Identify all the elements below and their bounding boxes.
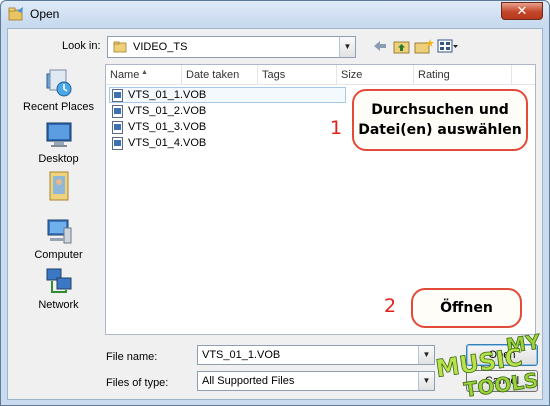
place-user-folder[interactable] xyxy=(14,168,103,207)
video-file-icon xyxy=(112,89,123,102)
file-type-label: Files of type: xyxy=(106,377,169,389)
new-folder-icon[interactable] xyxy=(414,38,434,54)
file-name-input[interactable]: VTS_01_1.VOB ▼ xyxy=(197,345,435,365)
recent-places-icon xyxy=(46,69,71,97)
file-type-select[interactable]: All Supported Files ▼ xyxy=(197,371,435,391)
column-date-taken[interactable]: Date taken xyxy=(182,65,258,85)
step-number-2: 2 xyxy=(384,295,397,317)
place-desktop[interactable]: Desktop xyxy=(14,120,103,165)
computer-icon xyxy=(47,219,71,244)
open-dialog-window: Open ✕ Look in: VIDEO_TS ▼ Recent Places… xyxy=(0,0,550,406)
up-folder-icon[interactable] xyxy=(393,38,411,54)
app-folder-icon xyxy=(8,7,23,21)
video-file-icon xyxy=(112,105,123,118)
place-label: Desktop xyxy=(38,153,79,165)
place-label: Network xyxy=(38,299,79,311)
column-size[interactable]: Size xyxy=(337,65,414,85)
file-name: VTS_01_1.VOB xyxy=(128,89,207,101)
user-folder-icon xyxy=(49,171,68,201)
window-title: Open xyxy=(30,7,60,21)
file-name-value: VTS_01_1.VOB xyxy=(202,349,281,361)
folder-icon xyxy=(113,41,127,53)
title-bar[interactable]: Open ✕ xyxy=(1,1,549,27)
file-name-label: File name: xyxy=(106,351,158,363)
chevron-down-icon[interactable]: ▼ xyxy=(418,346,434,364)
place-network[interactable]: Network xyxy=(14,266,103,311)
place-label: Recent Places xyxy=(23,101,94,113)
place-label: Computer xyxy=(34,249,83,261)
close-button[interactable]: ✕ xyxy=(501,2,543,20)
step-number-1: 1 xyxy=(330,117,343,139)
column-header-row: ▲ Name Date taken Tags Size Rating xyxy=(106,65,535,85)
column-rating[interactable]: Rating xyxy=(414,65,512,85)
cancel-button[interactable]: Cancel xyxy=(466,370,538,392)
open-button[interactable]: Open xyxy=(466,344,538,366)
place-recent-places[interactable]: Recent Places xyxy=(14,68,103,113)
place-computer[interactable]: Computer xyxy=(14,216,103,261)
column-tags[interactable]: Tags xyxy=(258,65,337,85)
look-in-dropdown[interactable]: VIDEO_TS ▼ xyxy=(107,36,356,58)
callout-open: Öffnen xyxy=(411,288,522,328)
desktop-icon xyxy=(46,122,71,147)
file-name: VTS_01_4.VOB xyxy=(128,137,207,149)
video-file-icon xyxy=(112,121,123,134)
chevron-down-icon[interactable]: ▼ xyxy=(418,372,434,390)
video-file-icon xyxy=(112,137,123,150)
look-in-label: Look in: xyxy=(62,40,101,52)
file-name: VTS_01_3.VOB xyxy=(128,121,207,133)
places-bar: Recent Places Desktop Computer Network xyxy=(14,64,103,398)
callout-browse-select: Durchsuchen und Datei(en) auswählen xyxy=(352,89,528,151)
network-icon xyxy=(46,268,71,293)
file-row-1[interactable]: VTS_01_1.VOB xyxy=(109,87,346,103)
file-name: VTS_01_2.VOB xyxy=(128,105,207,117)
back-arrow-icon[interactable] xyxy=(372,38,388,54)
chevron-down-icon[interactable]: ▼ xyxy=(339,37,355,57)
column-name[interactable]: ▲ Name xyxy=(106,65,182,85)
dialog-content: Look in: VIDEO_TS ▼ Recent Places Deskto… xyxy=(7,28,543,400)
views-menu-icon[interactable] xyxy=(437,38,459,54)
sort-ascending-icon: ▲ xyxy=(141,69,148,76)
look-in-value: VIDEO_TS xyxy=(133,41,188,53)
file-type-value: All Supported Files xyxy=(202,375,295,387)
